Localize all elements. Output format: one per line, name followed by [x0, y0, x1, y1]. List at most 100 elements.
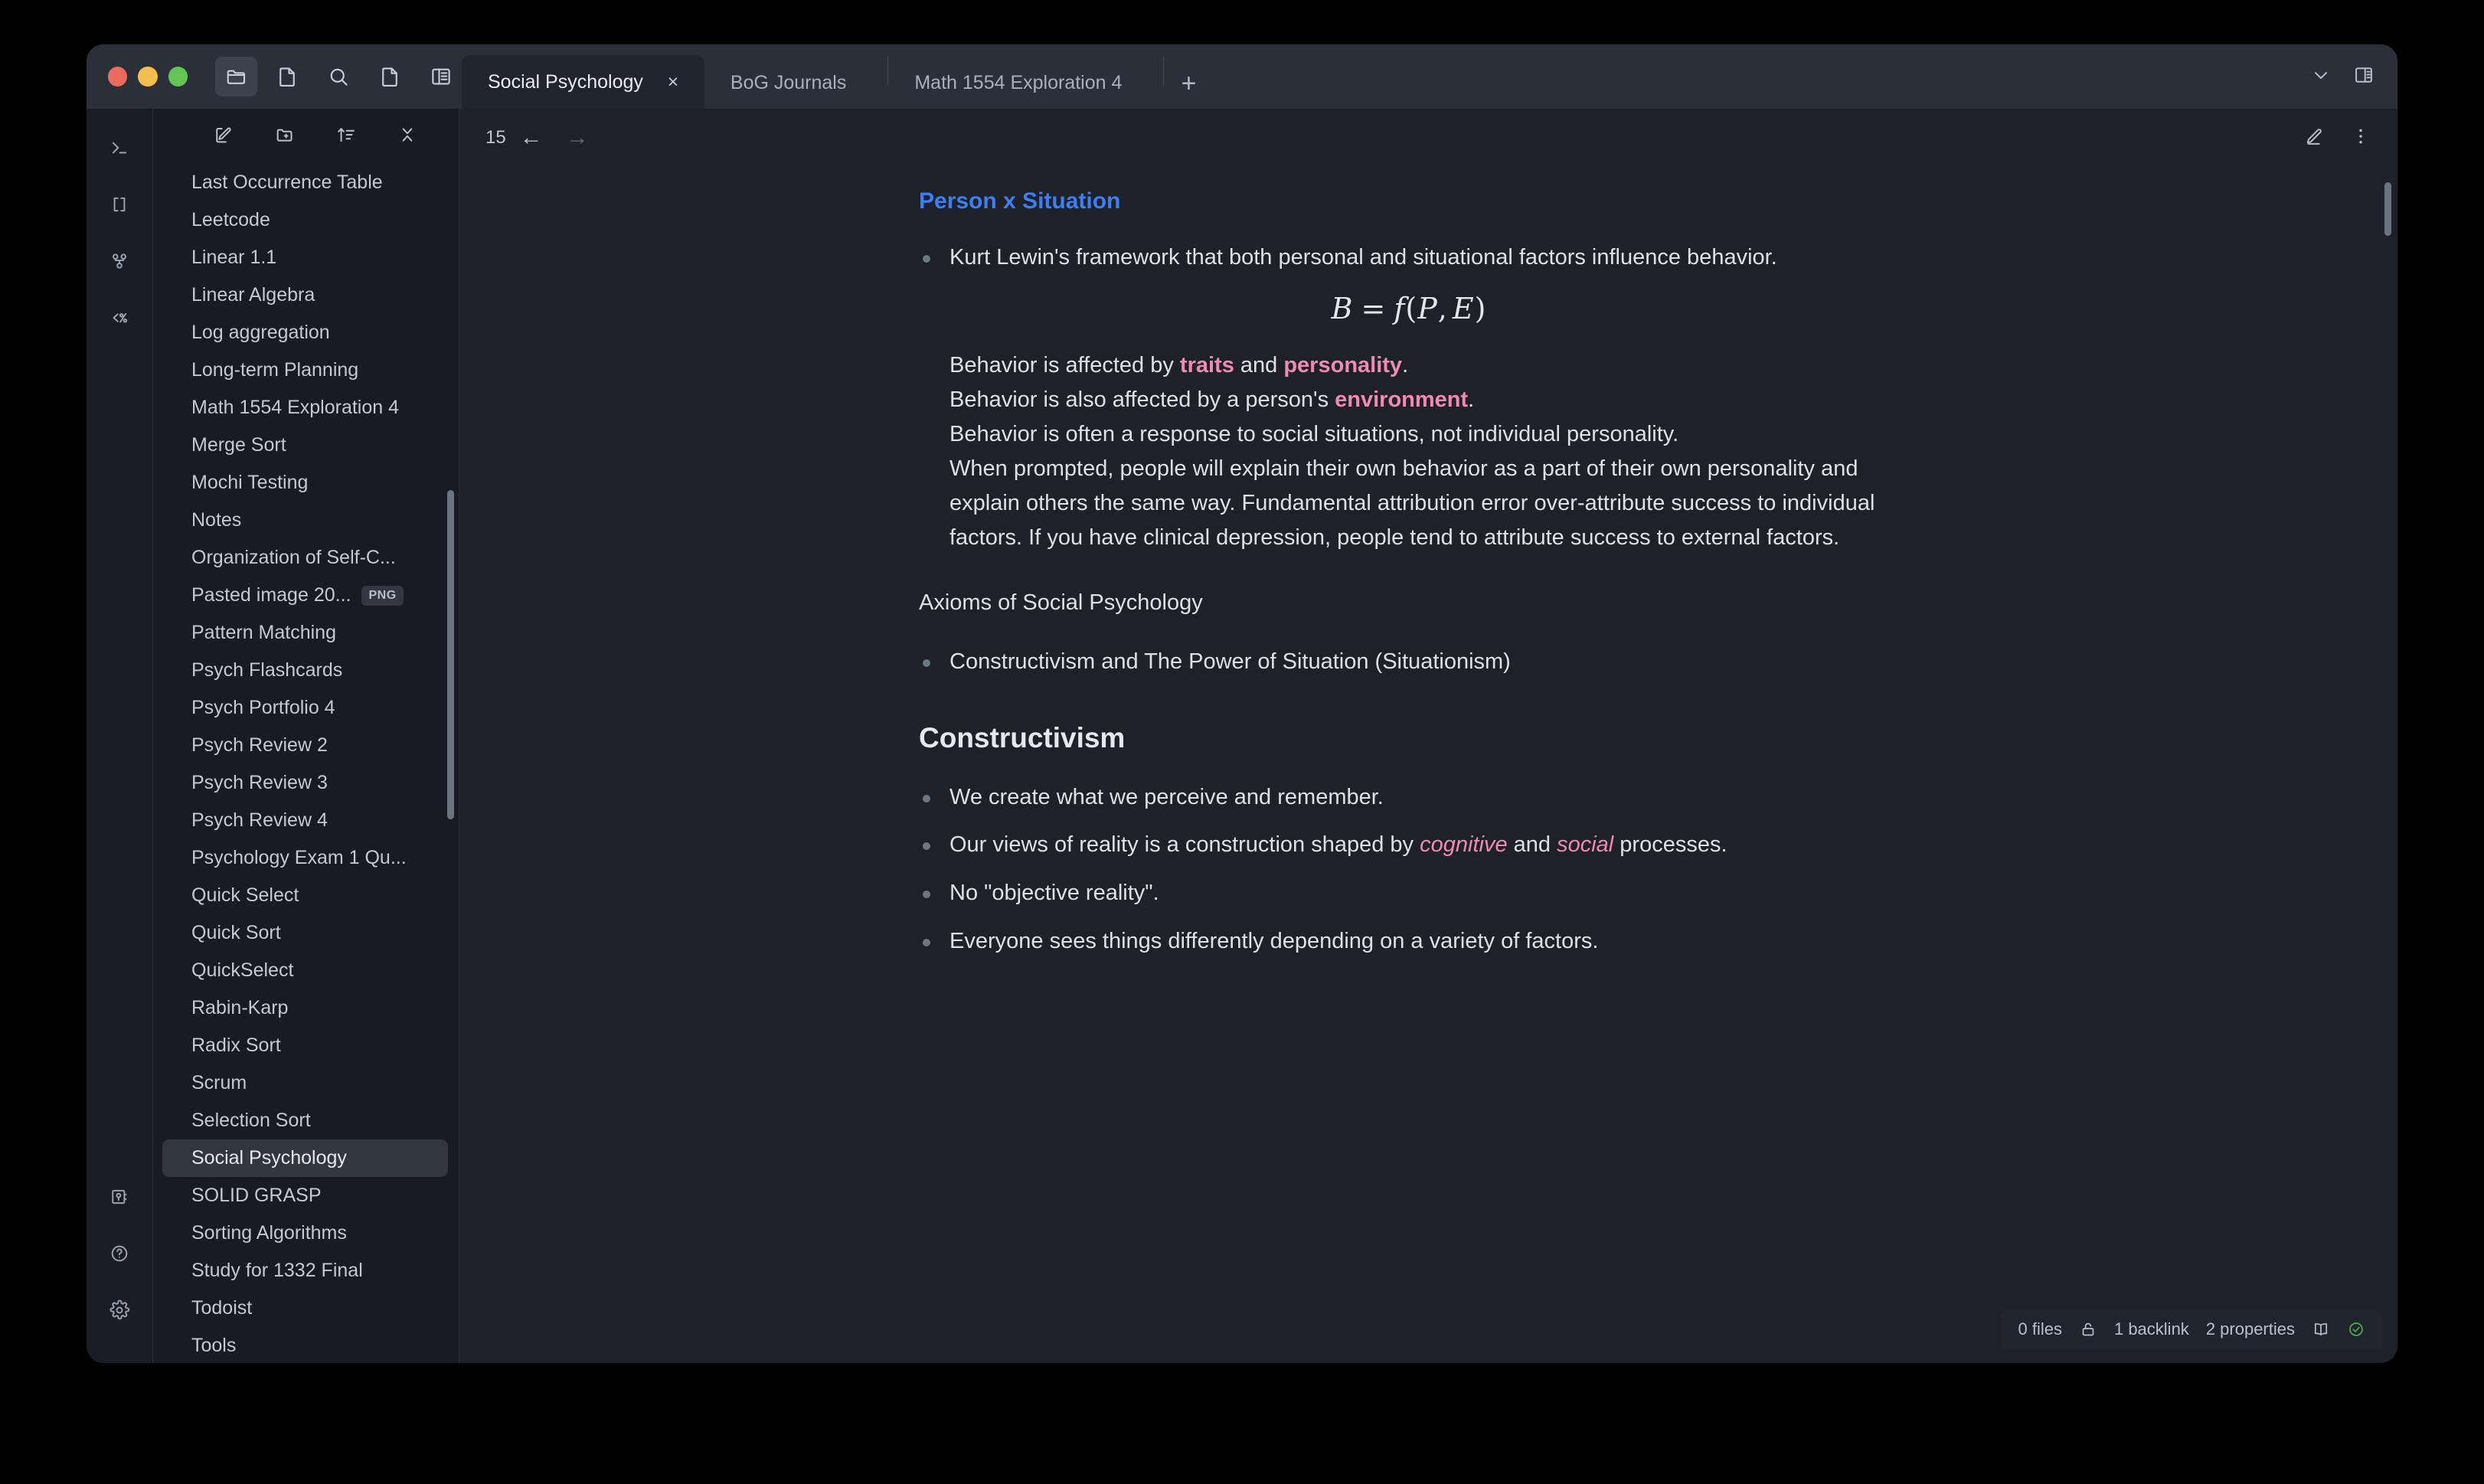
help-icon[interactable]: [96, 1230, 143, 1277]
tab-math-1554-exploration-4[interactable]: Math 1554 Exploration 4: [888, 57, 1163, 109]
list-item[interactable]: Psych Review 2: [162, 727, 448, 764]
close-window-button[interactable]: [108, 67, 128, 87]
minimize-window-button[interactable]: [138, 67, 158, 87]
list-item[interactable]: Linear Algebra: [162, 276, 448, 314]
text-post: .: [1468, 387, 1475, 412]
list-item[interactable]: QuickSelect: [162, 952, 448, 989]
list-item[interactable]: Rabin-Karp: [162, 989, 448, 1027]
brackets-icon[interactable]: [96, 181, 143, 228]
folder-icon[interactable]: [215, 57, 258, 96]
list-item[interactable]: Psych Portfolio 4: [162, 689, 448, 727]
list-item-social-psychology[interactable]: Social Psychology: [162, 1139, 448, 1177]
new-tab-button[interactable]: +: [1164, 58, 1213, 109]
list-item[interactable]: Radix Sort: [162, 1027, 448, 1064]
file-label: Merge Sort: [191, 434, 286, 456]
list-item[interactable]: Long-term Planning: [162, 351, 448, 389]
list-item[interactable]: Linear 1.1: [162, 239, 448, 276]
sort-icon[interactable]: [335, 124, 357, 149]
titlebar-right-group: [2310, 44, 2397, 109]
file-label: Sorting Algorithms: [191, 1222, 347, 1244]
list-item[interactable]: Psych Flashcards: [162, 652, 448, 689]
list-item[interactable]: Tools: [162, 1327, 448, 1363]
search-icon[interactable]: [318, 57, 360, 96]
tab-social-psychology[interactable]: Social Psychology ×: [462, 55, 704, 109]
list-item[interactable]: Last Occurrence Table: [162, 164, 448, 201]
terminal-icon[interactable]: [96, 124, 143, 172]
text-mid: and: [1234, 352, 1284, 378]
list-item[interactable]: Selection Sort: [162, 1102, 448, 1139]
list-item[interactable]: SOLID GRASP: [162, 1177, 448, 1214]
list-item[interactable]: Pattern Matching: [162, 614, 448, 652]
list-item[interactable]: Quick Select: [162, 877, 448, 914]
chevron-down-icon[interactable]: [2310, 64, 2332, 90]
back-arrow-icon[interactable]: ←: [520, 126, 543, 149]
list-item[interactable]: Psych Review 4: [162, 802, 448, 839]
list-item: We create what we perceive and remember.: [919, 780, 1899, 815]
list-item[interactable]: Log aggregation: [162, 314, 448, 351]
template-icon[interactable]: [96, 294, 143, 342]
right-panel-icon[interactable]: [2353, 64, 2375, 90]
status-bar: 0 files 1 backlink 2 properties: [2001, 1309, 2382, 1349]
highlight-personality: personality: [1283, 352, 1403, 378]
file-label: Rabin-Karp: [191, 997, 289, 1018]
edit-pencil-icon[interactable]: [2303, 126, 2324, 151]
collapse-all-icon[interactable]: [397, 124, 418, 149]
app-body: Last Occurrence Table Leetcode Linear 1.…: [87, 109, 2397, 1363]
note-content-scroll[interactable]: Person x Situation Kurt Lewin's framewor…: [459, 167, 2397, 1363]
tab-bog-journals[interactable]: BoG Journals: [704, 57, 887, 109]
sync-ok-icon[interactable]: [2347, 1320, 2365, 1339]
keychain-icon[interactable]: [96, 1173, 143, 1221]
list-item[interactable]: Psych Review 3: [162, 764, 448, 802]
new-note-icon[interactable]: [213, 124, 234, 149]
more-options-icon[interactable]: [2350, 126, 2371, 151]
file-label: Psych Flashcards: [191, 659, 343, 681]
list-item[interactable]: Study for 1332 Final: [162, 1252, 448, 1290]
file-label: Pasted image 20...: [191, 584, 351, 606]
list-item[interactable]: Scrum: [162, 1064, 448, 1102]
bullet-list-constructivism: We create what we perceive and remember.…: [919, 780, 1899, 959]
sidebar-toolbar: [153, 109, 459, 164]
close-icon[interactable]: ×: [663, 71, 683, 93]
highlight-traits: traits: [1179, 352, 1234, 378]
file-label: SOLID GRASP: [191, 1185, 322, 1206]
list-item[interactable]: Leetcode: [162, 201, 448, 239]
list-item[interactable]: Sorting Algorithms: [162, 1214, 448, 1252]
list-item[interactable]: Psychology Exam 1 Qu...: [162, 839, 448, 877]
list-item[interactable]: Organization of Self-C...: [162, 539, 448, 577]
forward-arrow-icon[interactable]: →: [566, 126, 589, 149]
file-label: Selection Sort: [191, 1110, 311, 1131]
file-list[interactable]: Last Occurrence Table Leetcode Linear 1.…: [153, 164, 459, 1363]
tab-strip: Social Psychology × BoG Journals Math 15…: [462, 44, 2397, 109]
new-folder-icon[interactable]: [274, 124, 296, 149]
formula-close-paren: ): [1474, 291, 1487, 325]
text-post: .: [1402, 352, 1409, 378]
list-item[interactable]: Quick Sort: [162, 914, 448, 952]
graph-icon[interactable]: [96, 237, 143, 285]
file-label: Social Psychology: [191, 1147, 347, 1169]
file-label: Psychology Exam 1 Qu...: [191, 847, 407, 868]
list-item[interactable]: Mochi Testing: [162, 464, 448, 502]
sidebar-scrollbar[interactable]: [447, 490, 454, 819]
list-item[interactable]: Merge Sort: [162, 427, 448, 464]
list-item[interactable]: Math 1554 Exploration 4: [162, 389, 448, 427]
maximize-window-button[interactable]: [168, 67, 188, 87]
unlock-icon[interactable]: [2079, 1320, 2097, 1339]
list-item[interactable]: Todoist: [162, 1290, 448, 1327]
highlight-social: social: [1557, 832, 1614, 858]
math-formula: B = f(P, E): [919, 292, 1899, 325]
properties-count[interactable]: 2 properties: [2206, 1319, 2295, 1339]
file-icon[interactable]: [266, 57, 309, 96]
backlink-count[interactable]: 1 backlink: [2114, 1319, 2189, 1339]
sidebar-layout-icon[interactable]: [420, 57, 462, 96]
formula-eq: =: [1361, 291, 1387, 325]
file-label: QuickSelect: [191, 959, 294, 981]
note-scrollbar[interactable]: [2384, 182, 2391, 236]
list-item[interactable]: Notes: [162, 502, 448, 539]
list-item: Our views of reality is a construction s…: [919, 828, 1899, 862]
page-icon[interactable]: [369, 57, 411, 96]
word-count: 15: [485, 127, 506, 148]
book-icon[interactable]: [2312, 1320, 2330, 1339]
status-badge: PNG: [361, 585, 404, 606]
list-item[interactable]: Pasted image 20... PNG: [162, 577, 448, 614]
settings-icon[interactable]: [96, 1286, 143, 1334]
